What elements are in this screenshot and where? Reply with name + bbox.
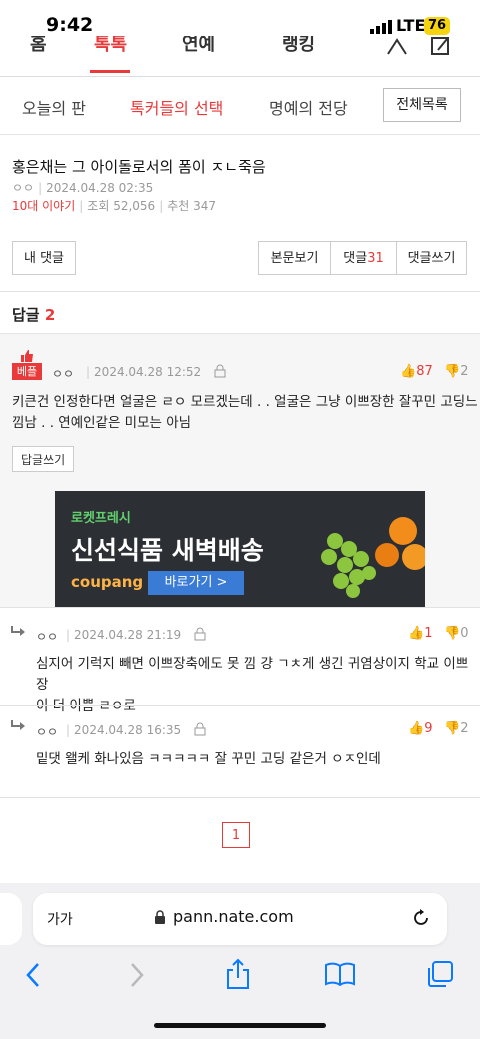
reply-arrow-icon bbox=[11, 626, 25, 636]
thumbs-down-icon: 👎 bbox=[444, 721, 461, 736]
article-recommends: 추천 347 bbox=[167, 199, 217, 213]
write-icon[interactable] bbox=[430, 36, 452, 56]
share-icon[interactable] bbox=[225, 958, 251, 990]
lock-icon[interactable] bbox=[194, 722, 206, 736]
comment-author: ㅇㅇ bbox=[36, 630, 59, 644]
previous-tab-stub[interactable] bbox=[0, 893, 22, 945]
forward-icon[interactable] bbox=[126, 962, 148, 988]
lock-icon[interactable] bbox=[194, 627, 206, 641]
page-1-button[interactable]: 1 bbox=[222, 822, 250, 848]
address-bar[interactable]: 가가 pann.nate.com bbox=[33, 893, 447, 945]
ad-headline: 신선식품 새벽배송 bbox=[71, 536, 264, 565]
my-comments-button[interactable]: 내 댓글 bbox=[12, 241, 76, 275]
upvote-button[interactable]: 👍87 bbox=[400, 364, 433, 379]
comment-author: ㅇㅇ bbox=[52, 367, 75, 381]
thumbs-down-icon: 👎 bbox=[444, 626, 461, 641]
url-text[interactable]: pann.nate.com bbox=[173, 907, 294, 926]
comment-datetime: | 2024.04.28 21:19 bbox=[66, 628, 182, 642]
divider bbox=[0, 607, 480, 608]
thumbs-down-icon: 👎 bbox=[444, 364, 461, 379]
tab-talkers-choice[interactable]: 톡커들의 선택 bbox=[130, 95, 223, 119]
comment-text: 키큰건 인정한다면 얼굴은 ㄹㅇ 모르겠는데 . . 얼굴은 그냥 이쁘장한 잘… bbox=[12, 394, 478, 431]
article-title: 홍은채는 그 아이돌로서의 폼이 ㅈㄴ죽음 bbox=[12, 158, 266, 176]
ad-brand: coupang bbox=[71, 573, 144, 591]
ad-cta-button[interactable]: 바로가기 > bbox=[148, 571, 244, 595]
thumbs-up-icon: 👍 bbox=[400, 364, 417, 379]
cellular-signal-icon bbox=[370, 20, 392, 34]
article-author: ㅇㅇ bbox=[12, 181, 35, 195]
lock-icon bbox=[155, 910, 165, 924]
comment-author: ㅇㅇ bbox=[36, 725, 59, 739]
profile-icon[interactable] bbox=[386, 36, 408, 56]
reload-icon[interactable] bbox=[411, 908, 431, 928]
downvote-button[interactable]: 👎0 bbox=[444, 626, 468, 641]
article-stats: 10대 이야기 | 조회 52,056 | 추천 347 bbox=[12, 199, 217, 213]
topnav-talk[interactable]: 톡톡 bbox=[94, 36, 127, 56]
produce-image bbox=[321, 517, 425, 598]
all-list-button[interactable]: 전체목록 bbox=[383, 88, 461, 122]
upvote-button[interactable]: 👍1 bbox=[408, 626, 432, 641]
status-time: 9:42 bbox=[46, 14, 94, 36]
write-comment-button[interactable]: 댓글쓰기 bbox=[396, 241, 467, 275]
topnav-entertainment[interactable]: 연예 bbox=[182, 36, 215, 56]
replies-header: 답글 2 bbox=[12, 306, 56, 324]
comments-count: 31 bbox=[367, 251, 384, 266]
article-category[interactable]: 10대 이야기 bbox=[12, 199, 75, 213]
sub-tabs: 오늘의 판 톡커들의 선택 명예의 전당 전체목록 bbox=[0, 78, 480, 135]
comment-text: 심지어 기럭지 빼면 이쁘장축에도 못 낌 걍 ㄱㅊ게 생긴 귀염상이지 학교 … bbox=[36, 656, 469, 714]
back-icon[interactable] bbox=[22, 962, 44, 988]
divider bbox=[0, 705, 480, 706]
article-datetime: 2024.04.28 02:35 bbox=[46, 181, 154, 195]
tab-today[interactable]: 오늘의 판 bbox=[22, 95, 86, 119]
thumbs-up-icon bbox=[21, 350, 33, 362]
topnav-active-underline bbox=[90, 70, 130, 73]
comment-datetime: | 2024.04.28 12:52 bbox=[86, 365, 202, 379]
upvote-button[interactable]: 👍9 bbox=[408, 721, 432, 736]
ad-rocket-label: 로켓프레시 bbox=[71, 511, 131, 526]
ad-banner[interactable]: 로켓프레시 신선식품 새벽배송 coupang 바로가기 > bbox=[55, 491, 425, 607]
text-size-button[interactable]: 가가 bbox=[47, 909, 73, 929]
divider bbox=[0, 291, 480, 292]
view-body-button[interactable]: 본문보기 bbox=[258, 241, 331, 275]
downvote-button[interactable]: 👎2 bbox=[444, 721, 468, 736]
topnav-home[interactable]: 홈 bbox=[30, 36, 47, 56]
article-meta: ㅇㅇ | 2024.04.28 02:35 bbox=[12, 181, 154, 195]
lock-icon[interactable] bbox=[214, 364, 226, 378]
best-badge: 베플 bbox=[12, 363, 42, 380]
network-type: LTE bbox=[396, 16, 426, 35]
bookmarks-icon[interactable] bbox=[324, 962, 356, 986]
divider bbox=[0, 797, 480, 798]
comment-datetime: | 2024.04.28 16:35 bbox=[66, 723, 182, 737]
article-views: 조회 52,056 bbox=[87, 199, 156, 213]
home-indicator bbox=[154, 1023, 326, 1028]
comment-text: 밑댓 왤케 화나있음 ㅋㅋㅋㅋㅋ 잘 꾸민 고딩 같은거 ㅇㅈ인데 bbox=[36, 751, 381, 767]
topnav-ranking[interactable]: 랭킹 bbox=[282, 36, 315, 56]
tabs-icon[interactable] bbox=[425, 960, 455, 988]
comments-button[interactable]: 댓글31 bbox=[330, 241, 397, 275]
battery-indicator: 76 bbox=[424, 17, 450, 35]
reply-button[interactable]: 답글쓰기 bbox=[12, 446, 75, 472]
thumbs-up-icon: 👍 bbox=[408, 721, 425, 736]
downvote-button[interactable]: 👎2 bbox=[444, 364, 468, 379]
top-nav: 홈 톡톡 연예 랭킹 bbox=[0, 36, 480, 77]
tab-hall-of-fame[interactable]: 명예의 전당 bbox=[269, 95, 348, 119]
thumbs-up-icon: 👍 bbox=[408, 626, 425, 641]
reply-arrow-icon bbox=[11, 720, 25, 730]
